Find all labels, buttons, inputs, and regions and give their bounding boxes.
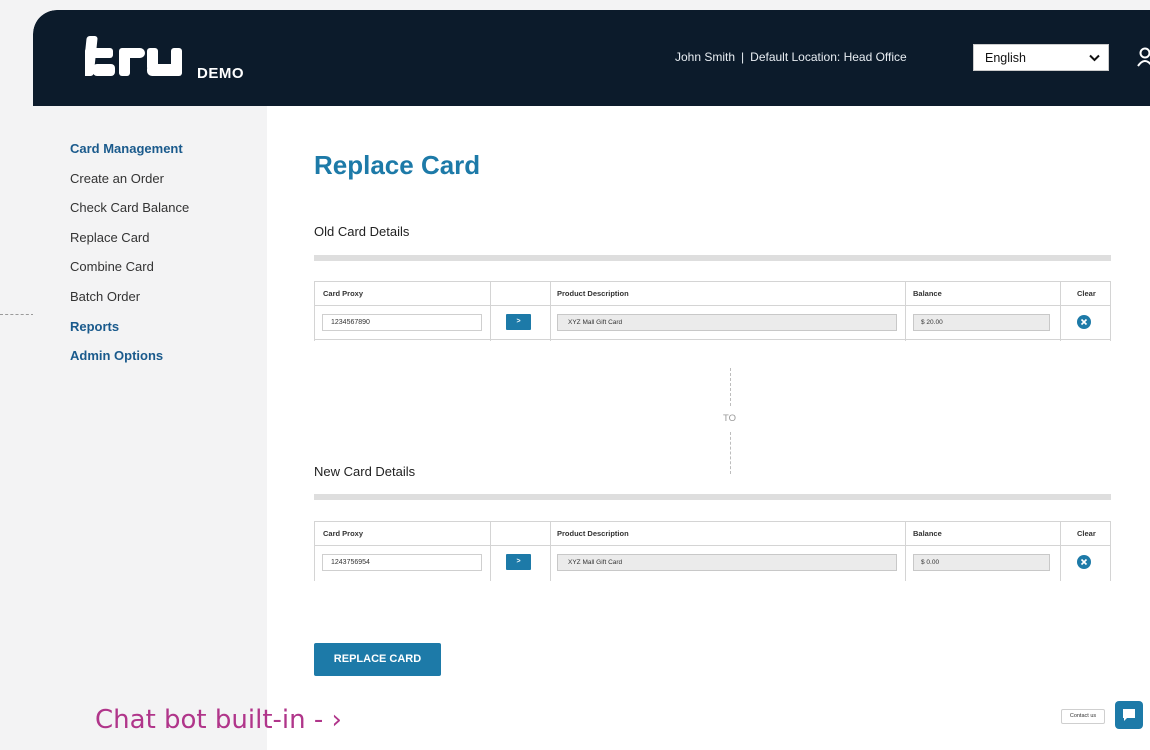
to-connector-line-bottom xyxy=(730,432,731,474)
user-name: John Smith xyxy=(675,50,736,64)
old-card-proxy-input[interactable]: 1234567890 xyxy=(322,314,482,331)
column-header-clear: Clear xyxy=(1077,289,1096,298)
tru-logo xyxy=(85,36,182,76)
sidebar-item-admin-options[interactable]: Admin Options xyxy=(33,349,267,379)
language-select[interactable]: English xyxy=(973,44,1109,71)
old-card-table: Card Proxy Product Description Balance C… xyxy=(314,281,1111,341)
new-card-divider xyxy=(314,494,1111,500)
new-card-table: Card Proxy Product Description Balance C… xyxy=(314,521,1111,581)
sidebar-item-create-order[interactable]: Create an Order xyxy=(33,171,267,202)
column-divider xyxy=(1060,522,1061,581)
column-divider xyxy=(905,282,906,341)
table-header: Card Proxy Product Description Balance C… xyxy=(315,282,1110,306)
close-icon xyxy=(1080,558,1088,566)
old-card-lookup-button[interactable]: > xyxy=(506,314,531,330)
contact-us-button[interactable]: Contact us xyxy=(1061,709,1105,724)
page-title: Replace Card xyxy=(314,150,481,180)
row-divider xyxy=(315,339,1110,340)
user-account-icon[interactable] xyxy=(1137,46,1150,68)
chatbot-annotation-label: Chat bot built-in - › xyxy=(95,705,342,735)
sidebar-item-replace-card[interactable]: Replace Card xyxy=(33,230,267,261)
column-divider xyxy=(550,282,551,341)
column-header-product-description: Product Description xyxy=(557,529,629,538)
column-header-balance: Balance xyxy=(913,529,942,538)
sidebar-item-check-balance[interactable]: Check Card Balance xyxy=(33,201,267,231)
chat-bubble-icon xyxy=(1123,709,1135,721)
close-icon xyxy=(1080,318,1088,326)
chat-launcher-button[interactable] xyxy=(1115,701,1143,729)
replace-card-button[interactable]: REPLACE CARD xyxy=(314,643,441,676)
sidebar-item-batch-order[interactable]: Batch Order xyxy=(33,290,267,320)
to-label: TO xyxy=(723,413,737,424)
app-window: DEMO John Smith | Default Location: Head O… xyxy=(33,10,1150,750)
old-card-divider xyxy=(314,255,1111,261)
table-header: Card Proxy Product Description Balance C… xyxy=(315,522,1110,546)
column-header-clear: Clear xyxy=(1077,529,1096,538)
column-divider xyxy=(1060,282,1061,341)
chevron-down-icon xyxy=(1089,54,1100,61)
column-header-card-proxy: Card Proxy xyxy=(323,289,364,298)
sidebar-item-card-management[interactable]: Card Management xyxy=(33,142,267,172)
new-card-balance: $ 0.00 xyxy=(913,554,1050,571)
old-card-balance: $ 20.00 xyxy=(913,314,1050,331)
new-card-section-label: New Card Details xyxy=(314,464,416,479)
new-card-clear-button[interactable] xyxy=(1077,555,1091,569)
sidebar-item-reports[interactable]: Reports xyxy=(33,319,267,350)
sidebar-item-combine-card[interactable]: Combine Card xyxy=(33,260,267,290)
main-content: Replace Card Old Card Details Card Proxy… xyxy=(267,106,1150,750)
to-connector-line-top xyxy=(730,368,731,406)
new-card-proxy-input[interactable]: 1243756954 xyxy=(322,554,482,571)
logo-demo-text: DEMO xyxy=(197,65,244,82)
new-card-product-description: XYZ Mall Gift Card xyxy=(557,554,897,571)
column-divider xyxy=(905,522,906,581)
column-divider xyxy=(490,282,491,341)
user-info-separator: | xyxy=(741,50,745,64)
sidebar: Card Management Create an Order Check Ca… xyxy=(33,106,267,750)
old-card-product-description: XYZ Mall Gift Card xyxy=(557,314,897,331)
language-select-value: English xyxy=(985,50,1026,65)
column-divider xyxy=(550,522,551,581)
top-header: DEMO John Smith | Default Location: Head O… xyxy=(33,10,1150,106)
column-header-card-proxy: Card Proxy xyxy=(323,529,364,538)
old-card-section-label: Old Card Details xyxy=(314,224,410,239)
location-label: Default Location: xyxy=(750,50,841,64)
column-divider xyxy=(490,522,491,581)
user-info: John Smith | Default Location: Head Office xyxy=(675,50,907,64)
annotation-dashed-line xyxy=(0,314,34,315)
new-card-lookup-button[interactable]: > xyxy=(506,554,531,570)
location-value: Head Office xyxy=(843,50,907,64)
old-card-clear-button[interactable] xyxy=(1077,315,1091,329)
column-header-product-description: Product Description xyxy=(557,289,629,298)
column-header-balance: Balance xyxy=(913,289,942,298)
